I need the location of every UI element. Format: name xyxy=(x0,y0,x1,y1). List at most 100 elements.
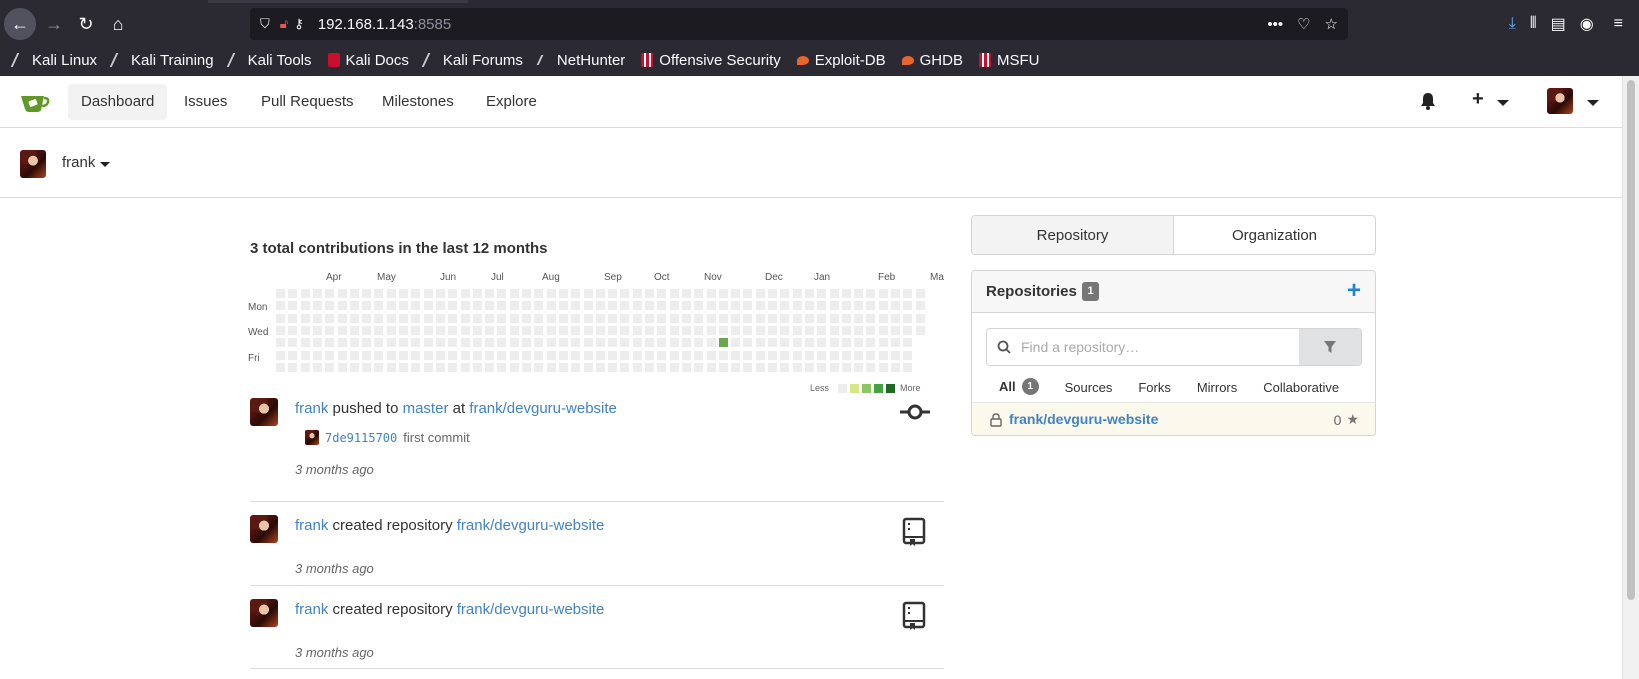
heatmap-cell xyxy=(608,350,618,360)
context-user-switcher: frank xyxy=(0,128,1622,198)
feed-user-link[interactable]: frank xyxy=(295,517,328,534)
heatmap-cell xyxy=(312,289,322,298)
bookmark-star-icon[interactable]: ☆ xyxy=(1325,15,1338,33)
notifications-bell-icon[interactable] xyxy=(1420,92,1436,115)
heatmap-cell xyxy=(706,350,716,360)
gitea-logo-icon[interactable] xyxy=(20,91,50,113)
insecure-lock-icon[interactable]: 🔓︎ xyxy=(280,16,288,32)
heatmap-cell xyxy=(522,301,531,311)
bookmark-nethunter[interactable]: NetHunter xyxy=(536,52,625,69)
back-button[interactable]: ← xyxy=(4,8,36,40)
pocket-icon[interactable]: ♡ xyxy=(1297,15,1310,33)
menu-icon[interactable]: ≡ xyxy=(1614,15,1623,33)
heatmap-cell xyxy=(620,289,630,298)
shield-icon[interactable]: ⛉ xyxy=(260,16,270,32)
heatmap-cell xyxy=(804,301,814,311)
bookmark-kali-linux[interactable]: Kali Linux xyxy=(10,52,97,69)
feed-at-text: at xyxy=(452,400,466,417)
heatmap-cell xyxy=(608,338,618,348)
sidebar-icon[interactable]: ▤ xyxy=(1551,14,1566,34)
forward-button[interactable]: → xyxy=(38,8,70,40)
heatmap-cell xyxy=(804,362,814,372)
feed-repo-link[interactable]: frank/devguru-website xyxy=(457,601,605,618)
heatmap-cell xyxy=(374,362,384,372)
repo-list-item[interactable]: frank/devguru-website 0 ★ xyxy=(972,402,1375,435)
context-user-name[interactable]: frank xyxy=(62,154,95,171)
url-bar[interactable]: ⛉ 🔓︎ ⚷ 192.168.1.143:8585 ••• ♡ ☆ xyxy=(250,8,1348,40)
heatmap-cell xyxy=(792,350,802,360)
new-repo-plus-icon[interactable]: + xyxy=(1347,277,1361,305)
account-icon[interactable]: ◉ xyxy=(1580,14,1594,34)
feed-repo-link[interactable]: frank/devguru-website xyxy=(457,517,605,534)
heatmap-cell xyxy=(829,313,839,323)
bookmark-label: MSFU xyxy=(996,51,1040,69)
bookmark-offensive-security[interactable]: Offensive Security xyxy=(641,52,781,69)
heatmap-cell xyxy=(706,313,716,323)
key-icon[interactable]: ⚷ xyxy=(294,16,304,32)
heatmap-cell xyxy=(300,350,310,360)
heatmap-cell xyxy=(571,301,581,311)
active-tab-indicator xyxy=(208,0,468,3)
bookmark-exploit-db[interactable]: Exploit-DB xyxy=(796,52,886,69)
repo-filter-button[interactable] xyxy=(1299,329,1361,365)
url-text[interactable]: 192.168.1.143:8585 xyxy=(318,16,451,33)
feed-text: frank created repository frank/devguru-w… xyxy=(295,601,604,618)
nav-dashboard[interactable]: Dashboard xyxy=(68,84,168,120)
bookmark-kali-tools[interactable]: Kali Tools xyxy=(226,52,312,69)
heatmap-cell xyxy=(485,325,495,335)
heatmap-cell xyxy=(276,338,285,348)
feed-avatar[interactable] xyxy=(250,398,278,426)
heatmap-cell xyxy=(435,350,445,360)
reload-button[interactable]: ↻ xyxy=(70,8,102,40)
bookmark-kali-docs[interactable]: Kali Docs xyxy=(327,52,409,69)
heatmap-cell xyxy=(817,350,827,360)
feed-repo-link[interactable]: frank/devguru-website xyxy=(469,400,617,417)
heatmap-cell xyxy=(472,338,482,348)
heatmap-cell xyxy=(325,362,335,372)
bookmark-kali-training[interactable]: Kali Training xyxy=(109,52,214,69)
month-label: Dec xyxy=(765,272,783,283)
heatmap-cell xyxy=(718,362,728,372)
heatmap-cell xyxy=(362,338,372,348)
repo-link[interactable]: frank/devguru-website xyxy=(1009,411,1158,427)
heatmap-cell xyxy=(571,325,581,335)
heatmap-cell xyxy=(595,338,605,348)
subtab-all[interactable]: All 1 xyxy=(986,378,1052,405)
bookmark-ghdb[interactable]: GHDB xyxy=(901,52,963,69)
heatmap-cell xyxy=(300,338,310,348)
bookmark-kali-forums[interactable]: Kali Forums xyxy=(421,52,523,69)
library-icon[interactable]: ⫴ xyxy=(1530,15,1537,33)
heatmap-cell xyxy=(817,301,827,311)
heatmap-cell xyxy=(435,338,445,348)
feed-user-link[interactable]: frank xyxy=(295,400,328,417)
user-avatar[interactable] xyxy=(1547,88,1573,114)
feed-user-link[interactable]: frank xyxy=(295,601,328,618)
tab-organization[interactable]: Organization xyxy=(1174,216,1375,254)
tab-repository[interactable]: Repository xyxy=(972,216,1174,254)
bookmark-msfu[interactable]: MSFU xyxy=(978,51,1040,69)
nav-issues[interactable]: Issues xyxy=(171,84,240,120)
create-new-plus-icon[interactable]: + xyxy=(1472,88,1484,111)
heatmap-cell xyxy=(571,350,581,360)
feed-avatar[interactable] xyxy=(250,599,278,627)
page-scrollbar[interactable] xyxy=(1622,76,1639,679)
repo-search-input[interactable] xyxy=(1021,329,1299,365)
heatmap-cell xyxy=(891,289,900,298)
page-actions-icon[interactable]: ••• xyxy=(1267,16,1283,33)
scrollbar-thumb[interactable] xyxy=(1627,80,1635,600)
heatmap-cell xyxy=(645,350,654,360)
commit-sha-link[interactable]: 7de9115700 xyxy=(325,431,397,445)
heatmap-cell xyxy=(903,362,913,372)
create-menu-chevron-down-icon[interactable] xyxy=(1497,100,1509,106)
nav-pull-requests[interactable]: Pull Requests xyxy=(248,84,367,120)
nav-explore[interactable]: Explore xyxy=(473,84,550,120)
nav-milestones[interactable]: Milestones xyxy=(369,84,467,120)
home-button[interactable]: ⌂ xyxy=(102,8,134,40)
context-user-chevron-down-icon[interactable] xyxy=(100,162,110,167)
context-user-avatar[interactable] xyxy=(20,150,46,178)
feed-avatar[interactable] xyxy=(250,515,278,543)
download-icon[interactable]: ⤓ xyxy=(1509,15,1516,33)
user-menu-chevron-down-icon[interactable] xyxy=(1587,100,1599,106)
heatmap-cell xyxy=(854,313,864,323)
feed-branch-link[interactable]: master xyxy=(403,400,449,417)
